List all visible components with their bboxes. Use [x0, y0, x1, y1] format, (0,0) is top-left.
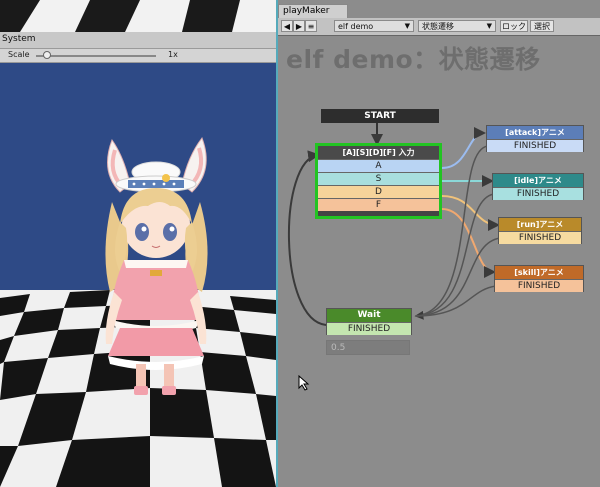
- start-node[interactable]: START: [321, 109, 439, 123]
- state-run[interactable]: [run]アニメ FINISHED: [498, 217, 582, 244]
- scale-value: 1x: [168, 50, 178, 59]
- playmaker-panel: playMaker ◀ ▶ ≡ elf demo ▼ 状態遷移 ▼ ロック 選択…: [276, 0, 600, 487]
- chevron-down-icon: ▼: [404, 22, 410, 30]
- fsm-owner-value: elf demo: [338, 22, 374, 31]
- game-panel-header: System: [0, 32, 276, 49]
- state-idle-title: [idle]アニメ: [493, 174, 583, 187]
- state-wait-event[interactable]: FINISHED: [327, 322, 411, 335]
- state-skill-event[interactable]: FINISHED: [495, 279, 583, 292]
- mouse-cursor-icon: [298, 375, 310, 391]
- state-attack-title: [attack]アニメ: [487, 126, 583, 139]
- state-idle[interactable]: [idle]アニメ FINISHED: [492, 173, 584, 200]
- lock-button[interactable]: ロック: [500, 20, 528, 32]
- scale-slider-track[interactable]: [36, 55, 156, 57]
- playmaker-tab[interactable]: playMaker: [278, 4, 348, 18]
- scale-slider-handle[interactable]: [42, 51, 51, 59]
- scale-label: Scale: [8, 50, 30, 59]
- state-attack-event[interactable]: FINISHED: [487, 139, 583, 152]
- state-wait-title: Wait: [327, 309, 411, 322]
- floor-top: [0, 0, 276, 32]
- fsm-state-value: 状態遷移: [422, 22, 454, 31]
- state-skill[interactable]: [skill]アニメ FINISHED: [494, 265, 584, 292]
- scale-bar: Scale 1x: [0, 49, 276, 63]
- state-idle-event[interactable]: FINISHED: [493, 187, 583, 200]
- state-wait[interactable]: Wait FINISHED: [326, 308, 412, 335]
- forward-arrow-icon[interactable]: ▶: [293, 20, 305, 32]
- game-view: System Scale 1x: [0, 0, 276, 487]
- state-input[interactable]: [A][S][D][F] 入力 A S D F: [315, 143, 442, 219]
- fsm-owner-dropdown[interactable]: elf demo ▼: [334, 20, 414, 32]
- graph-title: elf demo：状態遷移: [286, 45, 541, 74]
- playmaker-toolbar: ◀ ▶ ≡ elf demo ▼ 状態遷移 ▼ ロック 選択: [278, 18, 600, 36]
- state-run-event[interactable]: FINISHED: [499, 231, 581, 244]
- wait-time-field[interactable]: 0.5: [326, 340, 410, 355]
- event-row-f[interactable]: F: [318, 198, 439, 211]
- state-skill-title: [skill]アニメ: [495, 266, 583, 279]
- back-arrow-icon[interactable]: ◀: [281, 20, 293, 32]
- state-input-title: [A][S][D][F] 入力: [318, 146, 439, 159]
- character-model: [105, 136, 208, 395]
- state-attack[interactable]: [attack]アニメ FINISHED: [486, 125, 584, 152]
- event-row-d[interactable]: D: [318, 185, 439, 198]
- event-row-a[interactable]: A: [318, 159, 439, 172]
- select-button[interactable]: 選択: [530, 20, 554, 32]
- game-panel-label: System: [2, 34, 36, 44]
- event-row-s[interactable]: S: [318, 172, 439, 185]
- state-run-title: [run]アニメ: [499, 218, 581, 231]
- menu-list-icon[interactable]: ≡: [305, 20, 317, 32]
- fsm-state-dropdown[interactable]: 状態遷移 ▼: [418, 20, 496, 32]
- chevron-down-icon: ▼: [486, 22, 492, 30]
